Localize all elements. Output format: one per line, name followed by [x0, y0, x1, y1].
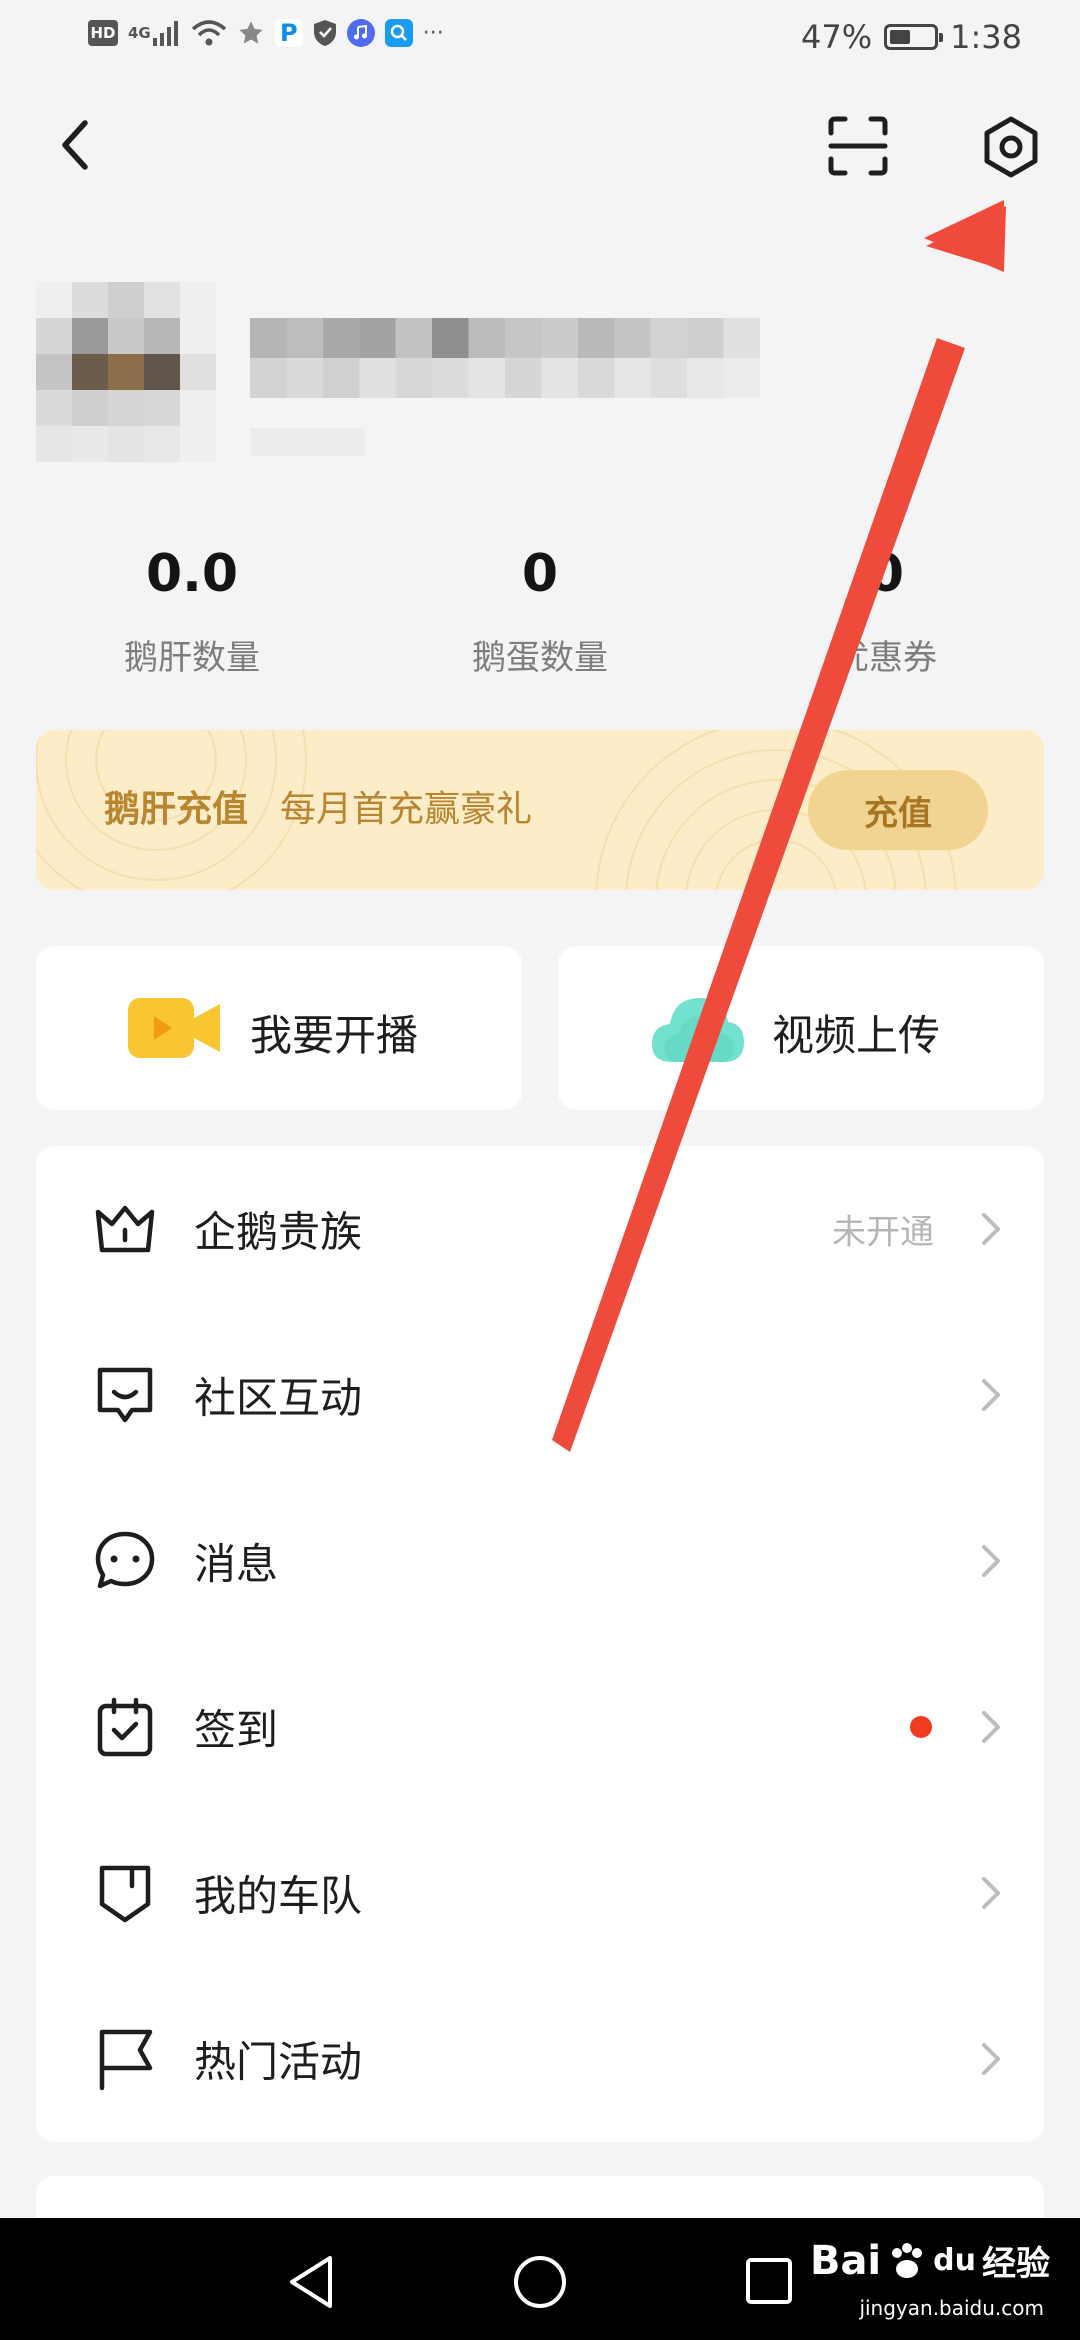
search-app-icon	[384, 19, 413, 47]
video-upload-button[interactable]: 视频上传	[558, 946, 1044, 1110]
notification-dot	[910, 1716, 932, 1738]
menu-item-label: 热门活动	[194, 2037, 363, 2087]
more-notifications-icon: ···	[422, 20, 444, 46]
video-camera-icon	[128, 998, 220, 1058]
baidu-jingyan-watermark: Bai du 经验	[809, 2237, 1050, 2285]
music-app-icon	[346, 19, 375, 47]
cloud-upload-icon	[652, 998, 744, 1062]
chat-smile-icon	[97, 1367, 153, 1423]
battery-percent: 47%	[801, 18, 873, 56]
hd-icon: HD	[88, 20, 118, 46]
menu-item-noble[interactable]: 企鹅贵族 未开通	[36, 1146, 1044, 1312]
scan-button[interactable]	[822, 110, 894, 182]
wifi-icon	[191, 18, 227, 48]
menu-item-label: 社区互动	[194, 1373, 363, 1423]
stat-label: 鹅肝数量	[124, 638, 260, 678]
nav-home-icon[interactable]	[510, 2252, 570, 2312]
menu-item-community[interactable]: 社区互动	[36, 1312, 1044, 1478]
stat-label: 鹅蛋数量	[472, 638, 608, 678]
scan-icon	[828, 116, 888, 176]
chevron-right-icon	[982, 2043, 1000, 2075]
nav-back-icon[interactable]	[286, 2254, 336, 2310]
chevron-left-icon	[62, 120, 88, 170]
calendar-check-icon	[97, 1697, 153, 1757]
stat-value: 0	[521, 544, 559, 604]
stat-value: 0.0	[145, 544, 239, 604]
start-live-button[interactable]: 我要开播	[36, 946, 522, 1110]
menu-list: 企鹅贵族 未开通 社区互动 消息 签到 我的车队 热门活动	[36, 1146, 1044, 2142]
chevron-right-icon	[982, 1379, 1000, 1411]
cellular-signal-icon: 4G	[128, 18, 181, 48]
shield-status-icon	[313, 18, 337, 48]
flag-icon	[99, 2029, 153, 2091]
menu-item-label: 签到	[194, 1705, 279, 1755]
user-subtitle-redacted	[250, 428, 365, 456]
message-bubble-icon	[95, 1531, 155, 1589]
battery-icon	[884, 24, 944, 50]
clock: 1:38	[950, 18, 1022, 56]
quick-action-label: 视频上传	[772, 1011, 941, 1060]
stat-value: 0	[867, 544, 905, 604]
menu-item-events[interactable]: 热门活动	[36, 1976, 1044, 2142]
star-icon	[237, 18, 265, 48]
stat-goose-liver[interactable]: 0.0 鹅肝数量	[42, 538, 342, 679]
p-app-icon: P	[274, 19, 303, 47]
menu-item-label: 企鹅贵族	[194, 1207, 363, 1257]
menu-item-status: 未开通	[832, 1212, 934, 1253]
nav-recents-icon[interactable]	[744, 2256, 796, 2308]
status-bar: HD 4G P ··· 47% 1:38	[0, 0, 1080, 80]
menu-item-label: 我的车队	[194, 1871, 363, 1921]
menu-item-messages[interactable]: 消息	[36, 1478, 1044, 1644]
shield-icon	[99, 1865, 151, 1923]
recharge-banner[interactable]: 鹅肝充值 每月首充赢豪礼 充值	[36, 730, 1044, 890]
stat-coupons[interactable]: 0 优惠券	[736, 538, 1036, 679]
menu-item-label: 消息	[194, 1539, 279, 1589]
chevron-right-icon	[982, 1711, 1000, 1743]
chevron-right-icon	[982, 1213, 1000, 1245]
stat-label: 优惠券	[835, 638, 937, 678]
username-redacted	[250, 318, 760, 398]
banner-subtitle: 每月首充赢豪礼	[280, 789, 533, 830]
settings-button[interactable]	[974, 110, 1048, 184]
avatar[interactable]	[36, 282, 216, 462]
chevron-right-icon	[982, 1877, 1000, 1909]
gear-icon	[984, 116, 1038, 178]
back-button[interactable]	[40, 110, 110, 180]
paw-icon	[892, 2242, 923, 2278]
recharge-button[interactable]: 充值	[808, 770, 988, 850]
banner-title: 鹅肝充值	[104, 789, 249, 830]
stat-goose-egg[interactable]: 0 鹅蛋数量	[390, 538, 690, 679]
watermark-url: jingyan.baidu.com	[859, 2296, 1044, 2320]
quick-action-label: 我要开播	[250, 1011, 419, 1060]
menu-item-checkin[interactable]: 签到	[36, 1644, 1044, 1810]
chevron-right-icon	[982, 1545, 1000, 1577]
menu-item-team[interactable]: 我的车队	[36, 1810, 1044, 1976]
crown-icon	[95, 1205, 155, 1253]
